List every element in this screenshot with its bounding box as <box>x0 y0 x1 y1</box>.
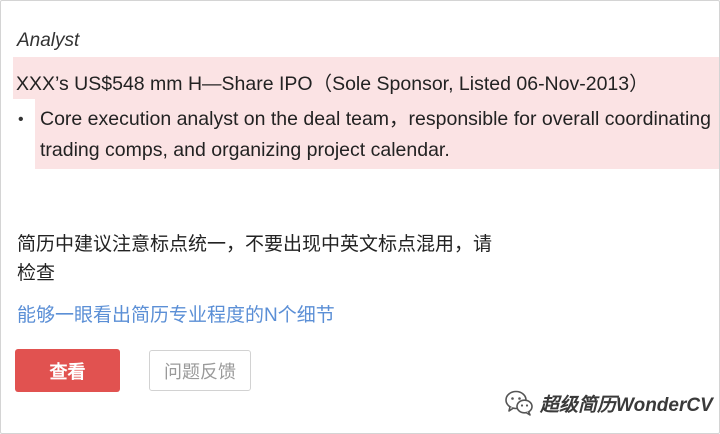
watermark-text: 超级简历WonderCV <box>540 394 713 416</box>
feedback-button[interactable]: 问题反馈 <box>149 350 251 391</box>
view-button[interactable]: 查看 <box>15 349 120 392</box>
note-line: 简历中建议注意标点统一，不要出现中英文标点混用，请 <box>17 234 493 255</box>
role-title: Analyst <box>17 30 80 51</box>
highlight-gap <box>13 99 35 169</box>
bullet-line: Core execution analyst on the deal team，… <box>40 108 711 130</box>
wechat-icon <box>505 390 533 416</box>
suggestion-note: 简历中建议注意标点统一，不要出现中英文标点混用，请 检查 <box>17 230 577 288</box>
bullet-text: Core execution analyst on the deal team，… <box>40 104 719 166</box>
deal-line: XXX’s US$548 mm H—Share IPO（Sole Sponsor… <box>16 73 649 95</box>
bullet-line: trading comps, and organizing project ca… <box>40 139 450 161</box>
note-line: 检查 <box>17 263 56 284</box>
bullet-marker: • <box>18 111 24 128</box>
watermark: 超级简历WonderCV <box>504 387 713 419</box>
resume-suggestion-card: Analyst XXX’s US$548 mm H—Share IPO（Sole… <box>0 0 720 434</box>
details-link[interactable]: 能够一眼看出简历专业程度的N个细节 <box>17 300 335 327</box>
